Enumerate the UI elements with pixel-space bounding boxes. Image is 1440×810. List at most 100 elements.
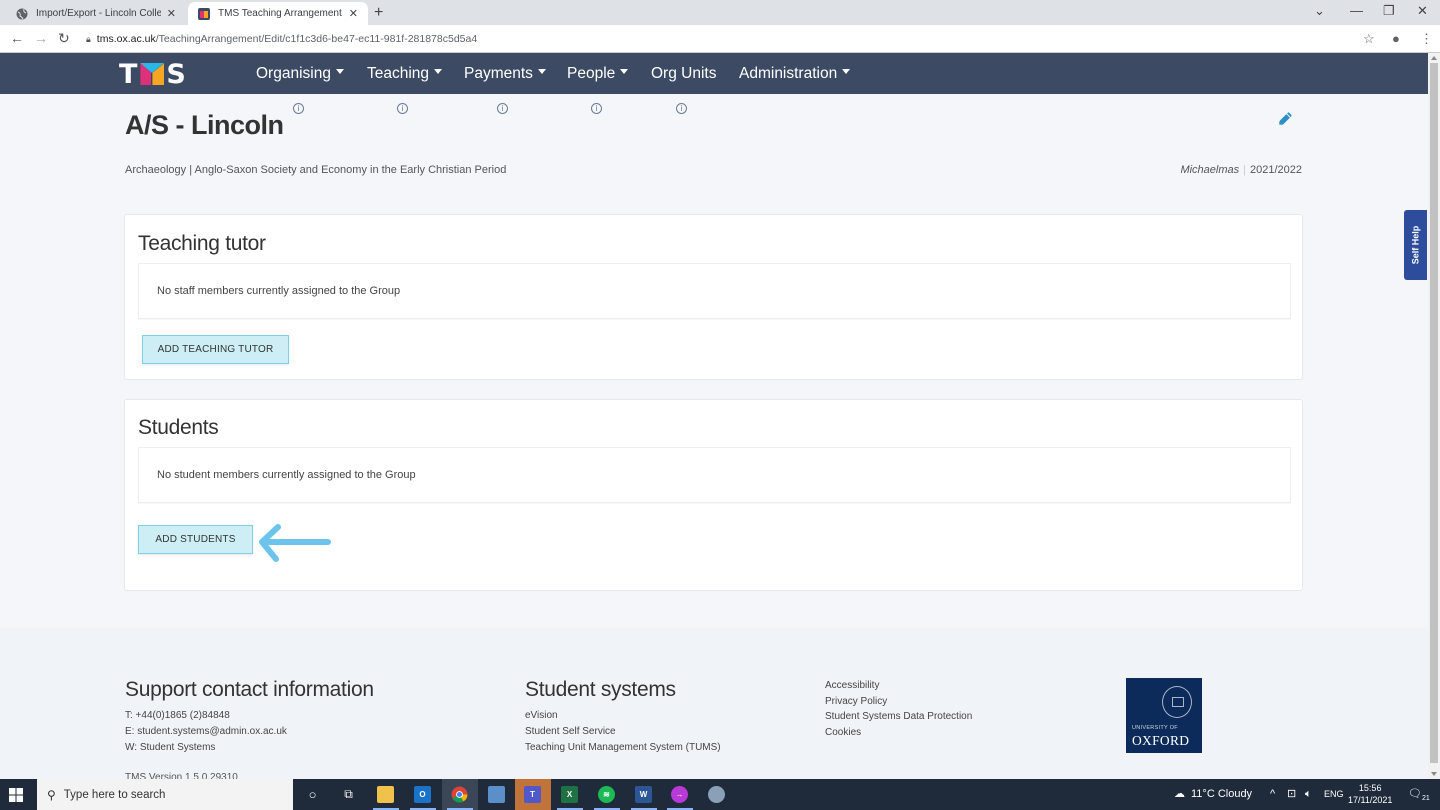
cortana-icon[interactable]: ○ [304,786,321,803]
browser-tab-tms[interactable]: TMS Teaching Arrangement ✕ [188,2,368,25]
scroll-up-icon[interactable] [1431,56,1437,60]
tab-search-icon[interactable]: ⌄ [1314,3,1325,19]
term-info: Michaelmas | 2021/2022 [1180,164,1302,176]
oxford-crest-icon [1162,686,1192,718]
network-icon[interactable]: ⊡ [1287,779,1296,810]
windows-taskbar: ⚲ Type here to search ○ ⧉ O T X ≋ W → ☁ 1… [0,779,1440,810]
search-icon: ⚲ [47,787,56,802]
snipping-tool-icon[interactable] [708,786,725,803]
support-web[interactable]: W: Student Systems [125,740,374,756]
close-tab-icon[interactable]: ✕ [349,7,358,20]
excel-icon[interactable]: X [561,786,578,803]
academic-year: 2021/2022 [1250,164,1302,176]
weather-widget[interactable]: ☁ 11°C Cloudy [1174,779,1252,810]
minimize-icon[interactable]: — [1350,3,1363,18]
outlook-icon[interactable]: O [414,786,431,803]
pencil-edit-icon[interactable] [1276,108,1296,128]
new-tab-button[interactable]: + [374,4,383,22]
nav-teaching[interactable]: Teaching [367,53,443,94]
info-icon[interactable]: i [591,103,602,114]
info-icon[interactable]: i [676,103,687,114]
link-accessibility[interactable]: Accessibility [825,678,972,694]
term-separator: | [1243,164,1246,176]
info-icon[interactable]: i [293,103,304,114]
footer-heading: Support contact information [125,678,374,701]
clock-date: 17/11/2021 [1348,795,1393,805]
link-student-self-service[interactable]: Student Self Service [525,724,721,740]
section-heading: Teaching tutor [138,232,266,255]
tab-title: TMS Teaching Arrangement [218,8,342,19]
page-title: A/S - Lincoln [125,110,284,140]
nav-label: Administration [739,65,838,82]
address-bar[interactable]: 🔒︎ tms.ox.ac.uk/TeachingArrangement/Edit… [86,28,1386,50]
power-automate-icon[interactable]: → [671,786,688,803]
info-icon[interactable]: i [497,103,508,114]
restore-icon[interactable]: ❐ [1383,3,1395,19]
nav-label: People [567,65,616,82]
nav-org-units[interactable]: Org Units [651,53,716,94]
self-help-tab[interactable]: Self Help [1404,210,1427,280]
spotify-icon[interactable]: ≋ [598,786,615,803]
logo-letter-t: T [119,58,139,90]
scrollbar-thumb[interactable] [1430,63,1438,763]
menu-kebab-icon[interactable]: ⋮ [1420,31,1433,47]
support-email[interactable]: E: student.systems@admin.ox.ac.uk [125,724,374,740]
teams-icon[interactable]: T [524,786,541,803]
profile-icon[interactable]: ● [1392,31,1400,46]
caret-down-icon [434,69,443,75]
link-privacy-policy[interactable]: Privacy Policy [825,694,972,710]
scroll-down-icon[interactable] [1431,772,1437,776]
browser-toolbar: ← → ↻ 🔒︎ tms.ox.ac.uk/TeachingArrangemen… [0,25,1440,53]
word-icon[interactable]: W [635,786,652,803]
nav-people[interactable]: People [567,53,629,94]
page-scrollbar[interactable] [1428,53,1440,779]
url-path: /TeachingArrangement/Edit/c1f1c3d6-be47-… [155,33,478,45]
close-tab-icon[interactable]: ✕ [167,7,176,20]
notifications-icon[interactable]: 🗨︎21 [1408,779,1430,810]
close-window-icon[interactable]: ✕ [1417,3,1428,19]
bookmark-star-icon[interactable]: ☆ [1363,31,1375,47]
link-tums[interactable]: Teaching Unit Management System (TUMS) [525,740,721,756]
volume-icon[interactable]: 🔈︎ [1305,779,1312,810]
caret-down-icon [537,69,546,75]
taskbar-search[interactable]: ⚲ Type here to search [37,779,293,810]
tms-logo[interactable]: T S [119,58,187,90]
globe-icon [16,8,28,19]
tutor-list-panel: No staff members currently assigned to t… [138,263,1291,319]
task-view-icon[interactable]: ⧉ [340,786,357,803]
tab-title: Import/Export - Lincoln College [36,8,161,19]
add-teaching-tutor-button[interactable]: Add teaching tutor [142,335,289,364]
show-hidden-icons[interactable]: ^ [1270,779,1275,810]
forward-icon[interactable]: → [34,30,48,46]
nav-label: Teaching [367,65,430,82]
section-heading: Students [138,416,219,439]
nav-label: Org Units [651,65,717,82]
info-icon[interactable]: i [397,103,408,114]
link-data-protection[interactable]: Student Systems Data Protection [825,709,972,725]
taskbar-clock[interactable]: 15:56 17/11/2021 [1348,782,1392,806]
nav-organising[interactable]: Organising [256,53,344,94]
tms-favicon-icon [198,7,210,20]
footer-heading: Student systems [525,678,676,701]
teaching-tutor-card: Teaching tutor No staff members currentl… [124,214,1303,380]
empty-message: No student members currently assigned to… [157,469,416,481]
calculator-icon[interactable] [488,786,505,803]
file-explorer-icon[interactable] [377,786,394,803]
link-cookies[interactable]: Cookies [825,725,972,741]
support-contact-column: Support contact information T: +44(0)186… [125,678,374,756]
app-navbar: T S Organising Teaching Payments People … [0,53,1428,94]
self-help-label: Self Help [1410,225,1421,265]
language-indicator[interactable]: ENG [1324,779,1344,810]
nav-payments[interactable]: Payments [464,53,546,94]
add-students-button[interactable]: Add students [138,525,253,554]
browser-tab-import-export[interactable]: Import/Export - Lincoln College ✕ [6,2,186,25]
windows-start-icon[interactable] [9,788,23,802]
chrome-icon[interactable] [451,786,468,803]
page-footer: Support contact information T: +44(0)186… [0,628,1428,783]
link-evision[interactable]: eVision [525,708,721,724]
back-icon[interactable]: ← [10,30,24,46]
reload-icon[interactable]: ↻ [58,30,70,47]
oxford-logo-line2: OXFORD [1132,733,1190,748]
nav-administration[interactable]: Administration [739,53,851,94]
oxford-logo[interactable]: UNIVERSITY OF OXFORD [1126,678,1202,753]
